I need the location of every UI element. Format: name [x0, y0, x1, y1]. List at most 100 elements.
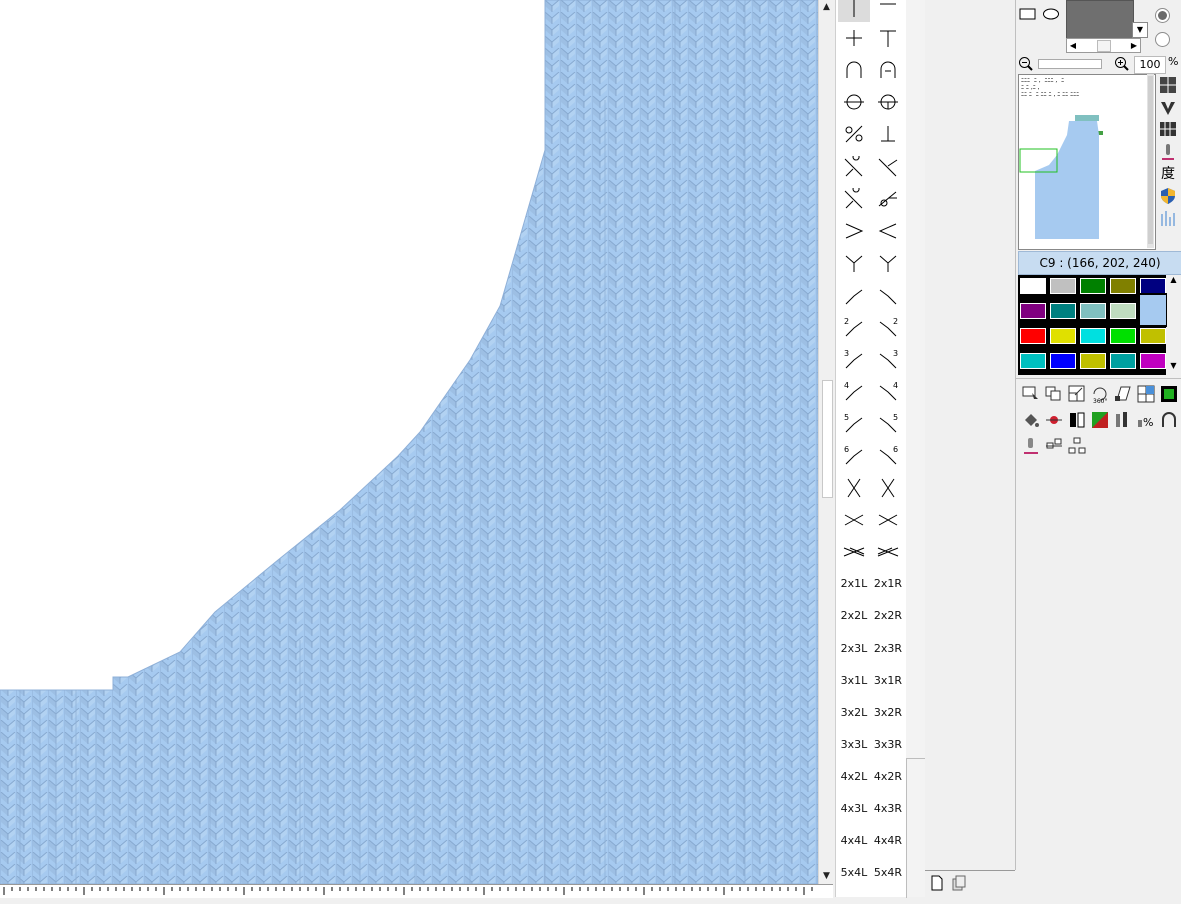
- scroll-down-icon[interactable]: ▼: [1167, 361, 1180, 370]
- cross-wide-icon[interactable]: [838, 505, 870, 535]
- bend-left-2-icon[interactable]: 2: [838, 312, 870, 342]
- cable-4x2l-button[interactable]: 4x2L: [838, 761, 870, 791]
- shield-icon[interactable]: [1158, 186, 1178, 206]
- bend-right-2-icon[interactable]: 2: [872, 312, 904, 342]
- preview-scrollbar[interactable]: ◀ ▶: [1066, 38, 1141, 53]
- slash-hook-left-icon[interactable]: [838, 152, 870, 182]
- cross-tall-2-icon[interactable]: [872, 473, 904, 503]
- slash-circle-icon[interactable]: [838, 119, 870, 149]
- circle-bar-2-icon[interactable]: [872, 87, 904, 117]
- cable-3x2l-button[interactable]: 3x2L: [838, 697, 870, 727]
- degree-icon[interactable]: 度: [1158, 163, 1178, 183]
- horizontal-line-icon[interactable]: [872, 0, 904, 22]
- color-swatch[interactable]: [1110, 278, 1136, 294]
- chevron-left-icon[interactable]: [872, 216, 904, 246]
- align-icon[interactable]: [1044, 436, 1064, 456]
- vertical-line-icon[interactable]: [838, 0, 870, 22]
- zoom-in-icon[interactable]: [1114, 56, 1130, 72]
- color-swatch[interactable]: [1020, 278, 1046, 294]
- color-swatch[interactable]: [1050, 303, 1076, 319]
- cable-2x2l-button[interactable]: 2x2L: [838, 601, 870, 631]
- canvas-vertical-scrollbar[interactable]: ▲ ▼: [818, 0, 834, 884]
- fill-icon[interactable]: [1021, 410, 1041, 430]
- bend-right-6-icon[interactable]: 6: [872, 440, 904, 470]
- cable-5x4r-button[interactable]: 5x4R: [872, 858, 904, 888]
- rotate-360-icon[interactable]: 360°: [1090, 384, 1110, 404]
- cable-2x1l-button[interactable]: 2x1L: [838, 569, 870, 599]
- scroll-right-icon[interactable]: ▶: [1128, 39, 1140, 52]
- cable-3x1l-button[interactable]: 3x1L: [838, 665, 870, 695]
- scroll-thumb[interactable]: [822, 380, 833, 498]
- percent-icon[interactable]: %: [1136, 410, 1156, 430]
- color-swatch[interactable]: [1110, 328, 1136, 344]
- grid-small-icon[interactable]: [1158, 119, 1178, 139]
- color-swatch[interactable]: [1140, 328, 1166, 344]
- bend-right-4-icon[interactable]: 4: [872, 376, 904, 406]
- color-swatch[interactable]: [1110, 303, 1136, 319]
- navigator-scrollbar[interactable]: [1147, 74, 1154, 248]
- resize-icon[interactable]: [1067, 384, 1087, 404]
- color-swatch[interactable]: [1020, 328, 1046, 344]
- up-tack-icon[interactable]: [872, 119, 904, 149]
- heart-icon[interactable]: [1158, 98, 1178, 118]
- arch-icon[interactable]: [838, 55, 870, 85]
- new-page-icon[interactable]: [929, 875, 945, 891]
- color-swatch[interactable]: [1080, 353, 1106, 369]
- color-swatch[interactable]: [1140, 278, 1166, 294]
- color-swatch[interactable]: [1080, 303, 1106, 319]
- cable-4x2r-button[interactable]: 4x2R: [872, 761, 904, 791]
- cable-5x4l-button[interactable]: 5x4L: [838, 858, 870, 888]
- bend-right-5-icon[interactable]: 5: [872, 408, 904, 438]
- grid-select-icon[interactable]: [1136, 384, 1156, 404]
- cable-3x2r-button[interactable]: 3x2R: [872, 697, 904, 727]
- color-swatch[interactable]: [1140, 353, 1166, 369]
- cable-3x3r-button[interactable]: 3x3R: [872, 729, 904, 759]
- ellipse-tool-icon[interactable]: [1042, 7, 1060, 21]
- cable-2x3r-button[interactable]: 2x3R: [872, 633, 904, 663]
- skew-icon[interactable]: [1113, 384, 1133, 404]
- cable-4x3l-button[interactable]: 4x3L: [838, 794, 870, 824]
- cable-2x2r-button[interactable]: 2x2R: [872, 601, 904, 631]
- split-icon[interactable]: [1067, 410, 1087, 430]
- navigator-preview[interactable]: ﾆﾆﾆ ﾆ , ﾆﾆﾆ , ﾆ ﾆ ﾆ ,ﾆ , ﾆﾆ ﾆ ﾆ ﾆﾆ ﾆ , ﾆ…: [1018, 74, 1156, 250]
- color-swatch[interactable]: [1110, 353, 1136, 369]
- color-swatch[interactable]: [1020, 353, 1046, 369]
- color-swatch[interactable]: [1080, 328, 1106, 344]
- zoom-value-input[interactable]: 100: [1134, 56, 1166, 74]
- color-swatch[interactable]: [1080, 278, 1106, 294]
- bars-edit-icon[interactable]: [1113, 410, 1133, 430]
- radio-empty[interactable]: [1155, 32, 1170, 47]
- bend-left-4-icon[interactable]: 4: [838, 376, 870, 406]
- color-swatch[interactable]: [1020, 303, 1046, 319]
- fork-right-icon[interactable]: [872, 248, 904, 278]
- scroll-left-icon[interactable]: ◀: [1067, 39, 1079, 52]
- scroll-up-icon[interactable]: ▲: [1167, 275, 1180, 284]
- bend-right-icon[interactable]: [872, 280, 904, 310]
- chevron-right-icon[interactable]: [838, 216, 870, 246]
- bend-left-3-icon[interactable]: 3: [838, 344, 870, 374]
- cable-2x1r-button[interactable]: 2x1R: [872, 569, 904, 599]
- cross-tall-icon[interactable]: [838, 473, 870, 503]
- select-icon[interactable]: [1021, 384, 1041, 404]
- plus-icon[interactable]: [838, 23, 870, 53]
- distribute-icon[interactable]: [1067, 436, 1087, 456]
- tee-icon[interactable]: [872, 23, 904, 53]
- bend-left-5-icon[interactable]: 5: [838, 408, 870, 438]
- chevron-down-icon[interactable]: ▼: [1132, 22, 1148, 38]
- cable-4x3r-button[interactable]: 4x3R: [872, 794, 904, 824]
- slash-circle-right-icon[interactable]: [872, 184, 904, 214]
- stamp-icon[interactable]: [1021, 436, 1041, 456]
- pin-icon[interactable]: [1044, 410, 1064, 430]
- cable-4x4r-button[interactable]: 4x4R: [872, 826, 904, 856]
- circle-bar-icon[interactable]: [838, 87, 870, 117]
- pages-icon[interactable]: [951, 875, 967, 891]
- cross-double-2-icon[interactable]: [872, 537, 904, 567]
- cross-double-icon[interactable]: [838, 537, 870, 567]
- bars-icon[interactable]: [1158, 208, 1178, 228]
- scroll-down-arrow-icon[interactable]: ▼: [819, 869, 834, 884]
- bend-left-icon[interactable]: [838, 280, 870, 310]
- color-swatch[interactable]: [1138, 293, 1168, 327]
- cross-wide-2-icon[interactable]: [872, 505, 904, 535]
- slash-hook-right-icon[interactable]: [872, 152, 904, 182]
- pen-icon[interactable]: [1158, 142, 1178, 162]
